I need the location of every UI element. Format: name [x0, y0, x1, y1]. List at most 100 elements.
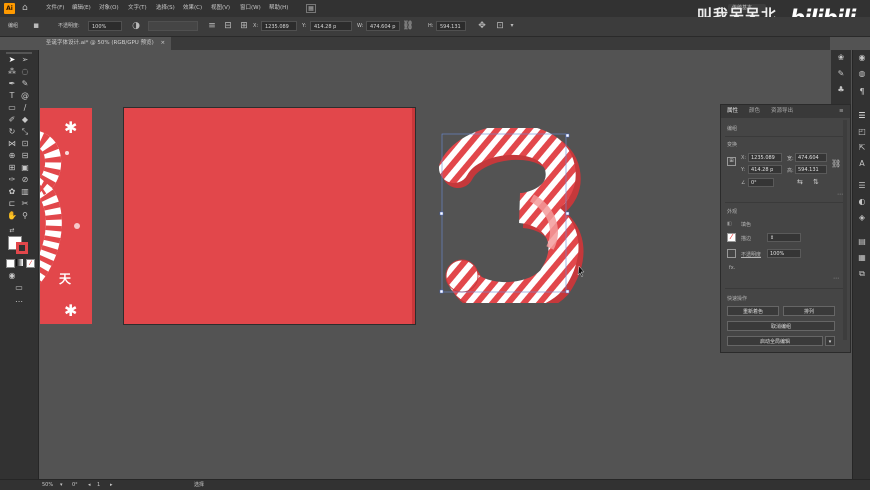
- y-field[interactable]: 414.28 p: [310, 21, 352, 31]
- symbol-sprayer-icon[interactable]: ✿: [7, 187, 17, 197]
- eraser-icon[interactable]: ◆: [20, 115, 30, 125]
- libraries-icon[interactable]: ◰: [856, 126, 868, 138]
- recolor-button[interactable]: 重新着色: [727, 306, 779, 316]
- menu-effect[interactable]: 效果(C): [183, 0, 202, 17]
- curvature-tool-icon[interactable]: ✎: [20, 79, 30, 89]
- recolor-icon[interactable]: ◑: [130, 20, 142, 32]
- reference-point-icon[interactable]: ⊞: [727, 157, 736, 166]
- menu-view[interactable]: 视图(V): [211, 0, 230, 17]
- fill-swatch-icon[interactable]: ▪: [30, 20, 42, 32]
- blend-tool-icon[interactable]: ⊘: [20, 175, 30, 185]
- ungroup-button[interactable]: 取消编组: [727, 321, 835, 331]
- mesh-tool-icon[interactable]: ⊞: [7, 163, 17, 173]
- rotation-field[interactable]: 0°: [748, 178, 774, 187]
- prop-y-field[interactable]: 414.28 p: [748, 165, 782, 174]
- gradient-mode-button[interactable]: [16, 259, 23, 266]
- properties-icon[interactable]: ☰: [856, 110, 868, 122]
- export-icon[interactable]: ⇱: [856, 142, 868, 154]
- artboard-main[interactable]: [124, 108, 415, 324]
- zoom-tool-icon[interactable]: ⚲: [20, 211, 30, 221]
- prop-w-field[interactable]: 474.604: [795, 153, 827, 162]
- align-icon[interactable]: ≡: [206, 20, 218, 32]
- perspective-grid-icon[interactable]: ⊟: [20, 151, 30, 161]
- menu-file[interactable]: 文件(F): [46, 0, 64, 17]
- selection-tool-icon[interactable]: ➤: [7, 55, 17, 65]
- type-tool-icon[interactable]: T: [7, 91, 17, 101]
- lasso-icon[interactable]: ◌: [20, 67, 30, 77]
- symbols-icon[interactable]: ♣: [835, 84, 847, 96]
- global-edit-button[interactable]: 启动全局编辑: [727, 336, 823, 346]
- layout-icon[interactable]: ▦: [306, 4, 316, 13]
- fill-swatch[interactable]: ⁄: [727, 233, 736, 242]
- isolate-icon[interactable]: ⊡: [494, 20, 506, 32]
- global-edit-dropdown[interactable]: ▾: [825, 336, 835, 346]
- more-tools-icon[interactable]: ⋯: [14, 297, 24, 307]
- links-icon[interactable]: ▦: [856, 252, 868, 264]
- screen-mode-icon[interactable]: ▭: [14, 283, 24, 293]
- width-tool-icon[interactable]: ⋈: [7, 139, 17, 149]
- menu-select[interactable]: 选择(S): [156, 0, 175, 17]
- layers-icon[interactable]: ◈: [856, 212, 868, 224]
- brushes-icon[interactable]: ✎: [835, 68, 847, 80]
- shape-builder-icon[interactable]: ⊕: [7, 151, 17, 161]
- gradient-tool-icon[interactable]: ▣: [20, 163, 30, 173]
- opacity-field[interactable]: 100%: [88, 21, 122, 31]
- slice-tool-icon[interactable]: ✂: [20, 199, 30, 209]
- candy-cane-number-3[interactable]: [432, 128, 592, 303]
- artboard-left[interactable]: ✱ 天 ✱: [40, 108, 92, 324]
- opacity-label[interactable]: 不透明度: [741, 251, 761, 258]
- constrain-link-icon[interactable]: ⛓: [402, 20, 414, 32]
- fx-button[interactable]: fx.: [729, 265, 735, 271]
- graph-tool-icon[interactable]: ▥: [20, 187, 30, 197]
- paintbrush-icon[interactable]: ∕: [20, 103, 30, 113]
- color-guide-icon[interactable]: ❀: [835, 52, 847, 64]
- transparency-icon[interactable]: ◐: [856, 196, 868, 208]
- swatches-icon[interactable]: ◉: [856, 52, 868, 64]
- prop-h-field[interactable]: 594.131: [795, 165, 827, 174]
- stroke-color-swatch[interactable]: [16, 242, 28, 254]
- menu-type[interactable]: 文字(T): [128, 0, 147, 17]
- artboard-tool-icon[interactable]: ⊏: [7, 199, 17, 209]
- paragraph-icon[interactable]: ¶: [856, 86, 868, 98]
- align-panel-icon[interactable]: ☰: [856, 180, 868, 192]
- close-icon[interactable]: ×: [160, 40, 165, 46]
- character-icon[interactable]: A: [856, 158, 868, 170]
- opacity-field[interactable]: 100%: [767, 249, 801, 258]
- stroke-weight-field[interactable]: ⇕: [767, 233, 801, 242]
- magic-wand-icon[interactable]: ⁂: [7, 67, 17, 77]
- constrain-proportions-icon[interactable]: ⛓: [831, 159, 841, 168]
- style-dropdown[interactable]: [148, 21, 198, 31]
- artboards-icon[interactable]: ▤: [856, 236, 868, 248]
- properties-scrollbar[interactable]: [843, 120, 847, 340]
- arrange-button[interactable]: 排列: [783, 306, 835, 316]
- distribute-icon[interactable]: ⊟: [222, 20, 234, 32]
- appearance-icon[interactable]: ◍: [856, 68, 868, 80]
- scale-tool-icon[interactable]: ⤡: [20, 127, 30, 137]
- color-mode-button[interactable]: [6, 259, 15, 268]
- free-transform-icon[interactable]: ⊡: [20, 139, 30, 149]
- hand-tool-icon[interactable]: ✋: [7, 211, 17, 221]
- toolbar-grip[interactable]: [6, 52, 32, 54]
- more-appearance-icon[interactable]: ⋯: [833, 275, 839, 282]
- flip-horizontal-icon[interactable]: ⇆: [797, 178, 803, 186]
- none-mode-button[interactable]: ⁄: [26, 259, 35, 268]
- rectangle-tool-icon[interactable]: ▭: [7, 103, 17, 113]
- swap-fill-stroke-icon[interactable]: ⇄: [7, 226, 17, 236]
- prop-x-field[interactable]: 1235.089: [748, 153, 782, 162]
- shaper-tool-icon[interactable]: ✐: [7, 115, 17, 125]
- transform-icon[interactable]: ✥: [476, 20, 488, 32]
- menu-window[interactable]: 窗口(W): [240, 0, 261, 17]
- document-tab[interactable]: 圣诞字体设计.ai* @ 50% (RGB/GPU 预览) ×: [40, 37, 172, 50]
- panel-menu-icon[interactable]: ≡: [839, 105, 844, 118]
- spiral-tool-icon[interactable]: @: [20, 91, 30, 101]
- menu-help[interactable]: 帮助(H): [269, 0, 288, 17]
- h-field[interactable]: 594.131: [436, 21, 466, 31]
- reference-point-icon[interactable]: ⊞: [238, 20, 250, 32]
- home-icon[interactable]: ⌂: [22, 3, 28, 14]
- menu-edit[interactable]: 编辑(E): [72, 0, 91, 17]
- tab-color[interactable]: 颜色: [749, 105, 760, 118]
- draw-mode-icon[interactable]: ◉: [7, 271, 17, 281]
- pathfinder-icon[interactable]: ⧉: [856, 268, 868, 280]
- flip-vertical-icon[interactable]: ⇅: [813, 178, 819, 186]
- x-field[interactable]: 1235.089: [261, 21, 297, 31]
